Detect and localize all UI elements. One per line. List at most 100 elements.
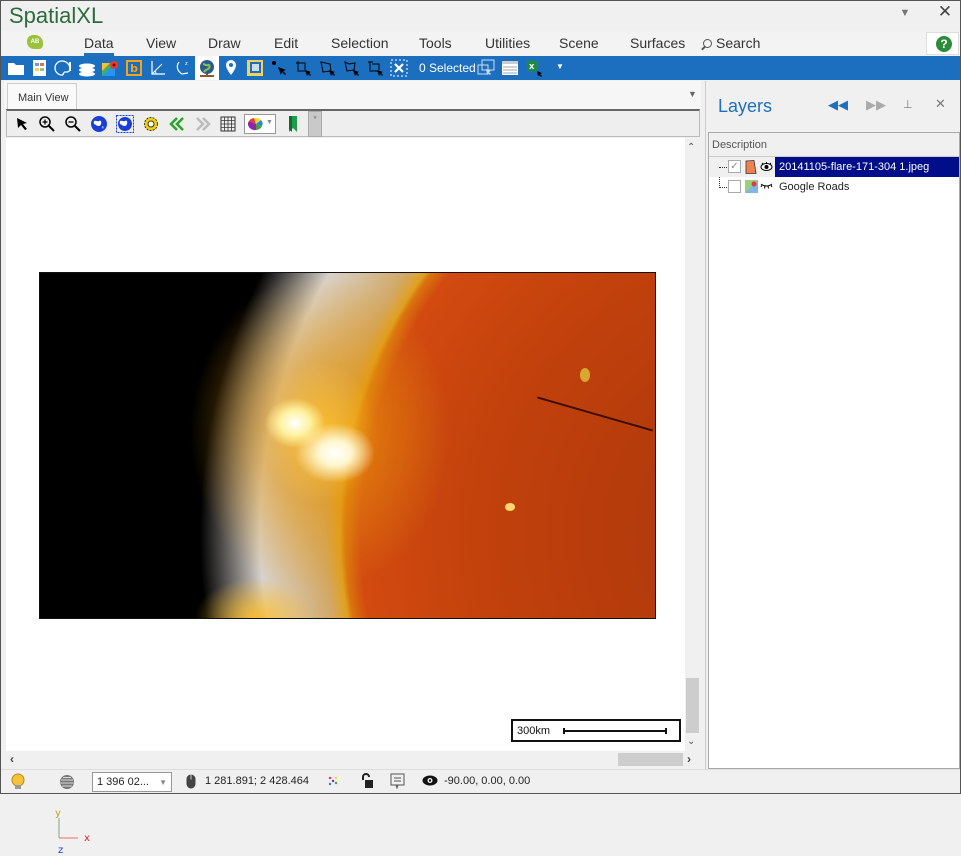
layer-checkbox[interactable]: [728, 180, 741, 193]
tab-selection[interactable]: Selection: [331, 35, 389, 56]
bookmark-icon[interactable]: [284, 115, 302, 133]
full-extent-icon[interactable]: [90, 115, 108, 133]
more-dropdown-icon[interactable]: ▼: [556, 62, 574, 80]
tab-edit[interactable]: Edit: [274, 35, 298, 56]
column-header-description[interactable]: Description: [709, 133, 959, 157]
filament: [537, 396, 653, 432]
scroll-down-icon[interactable]: ⌄: [687, 736, 695, 747]
lightbulb-icon[interactable]: [11, 773, 25, 791]
tab-utilities[interactable]: Utilities: [485, 35, 530, 56]
layers-stack-icon[interactable]: [78, 59, 96, 77]
pointer-icon[interactable]: [13, 115, 31, 133]
select-remove-icon[interactable]: [366, 59, 384, 77]
layer-checkbox[interactable]: ✓: [728, 160, 741, 173]
camera-eye-icon: [422, 775, 438, 786]
window-menu-caret-down-icon[interactable]: ▼: [893, 7, 917, 27]
raster-image-icon: [745, 160, 757, 174]
unlock-icon[interactable]: [360, 773, 374, 789]
excel-export-icon[interactable]: X: [525, 59, 543, 77]
tab-main-view[interactable]: Main View: [7, 83, 77, 109]
settings-gear-icon[interactable]: [142, 115, 160, 133]
status-bar: 1 396 02... ▼ 1 281.891; 2 428.464 -90.0…: [1, 769, 960, 793]
svg-text:b: b: [130, 62, 138, 75]
help-button[interactable]: ?: [926, 32, 959, 55]
flare-spot: [505, 503, 515, 511]
tab-draw[interactable]: Draw: [208, 35, 241, 56]
vertical-scrollbar[interactable]: ⌃ ⌄: [685, 138, 700, 751]
attribute-table-icon[interactable]: [501, 59, 519, 77]
axis-gizmo: y x z: [55, 808, 90, 856]
chevron-down-icon: ▼: [159, 778, 167, 787]
select-polygon-icon[interactable]: [318, 59, 336, 77]
svg-text:X: X: [529, 63, 535, 71]
zoom-to-selection-icon[interactable]: [477, 59, 495, 77]
map-pin-icon[interactable]: [222, 59, 240, 77]
axis-y-label: y: [55, 808, 61, 819]
notes-icon[interactable]: [390, 773, 405, 789]
tab-surfaces[interactable]: Surfaces: [630, 35, 685, 56]
toolbar-overflow-button[interactable]: *: [308, 111, 322, 137]
tab-data[interactable]: Data: [84, 35, 114, 56]
expand-right-icon[interactable]: ▶▶: [866, 97, 886, 113]
grid-icon[interactable]: [219, 115, 237, 133]
layers-panel: Layers ◀◀ ▶▶ ⊥ ✕ Description ✓ 20141105-…: [705, 81, 960, 769]
next-extent-icon[interactable]: [194, 115, 212, 133]
pin-icon[interactable]: ⊥: [903, 98, 913, 111]
palette-icon[interactable]: [54, 59, 72, 77]
flare-loop: [580, 368, 590, 382]
app-logo-icon[interactable]: AB: [27, 35, 43, 49]
select-add-icon[interactable]: [294, 59, 312, 77]
layer-row[interactable]: ✓ 20141105-flare-171-304 1.jpeg: [709, 157, 959, 177]
coordinate-system-icon[interactable]: z: [173, 59, 191, 77]
tab-tools[interactable]: Tools: [419, 35, 452, 56]
zoom-extent-icon[interactable]: [116, 115, 134, 133]
horizontal-scrollbar[interactable]: ‹ ›: [6, 751, 700, 767]
search-button[interactable]: Search: [703, 35, 760, 51]
eye-visible-icon[interactable]: [760, 161, 773, 172]
app-title: SpatialXL: [9, 3, 104, 28]
layer-name[interactable]: Google Roads: [775, 177, 853, 197]
google-maps-icon[interactable]: [101, 59, 119, 77]
measure-angle-icon[interactable]: [149, 59, 167, 77]
scale-bar: 300km: [511, 719, 681, 742]
clear-selection-icon[interactable]: [390, 59, 408, 77]
axis-z-label: z: [58, 845, 63, 856]
zoom-out-icon[interactable]: [64, 115, 82, 133]
scroll-up-icon[interactable]: ⌃: [687, 142, 695, 153]
search-label: Search: [716, 35, 761, 51]
google-map-tile-icon: [745, 180, 758, 193]
open-folder-icon[interactable]: [7, 59, 25, 77]
collapse-left-icon[interactable]: ◀◀: [828, 97, 848, 113]
layers-panel-title: Layers: [718, 96, 773, 116]
scroll-left-icon[interactable]: ‹: [10, 752, 14, 766]
select-lasso-icon[interactable]: [342, 59, 360, 77]
snap-points-icon[interactable]: [327, 775, 339, 787]
bing-icon[interactable]: b: [125, 59, 143, 77]
render-settings-icon[interactable]: [59, 774, 75, 790]
scale-bar-line: [563, 728, 667, 734]
vertical-scroll-thumb[interactable]: [686, 678, 699, 733]
map-canvas[interactable]: y x z: [6, 138, 686, 856]
legend-dropdown[interactable]: ▼: [244, 114, 276, 134]
layer-name[interactable]: 20141105-flare-171-304 1.jpeg: [775, 157, 959, 177]
chevron-down-icon: ▼: [266, 119, 273, 126]
layer-row[interactable]: Google Roads: [709, 177, 959, 197]
window-close-icon[interactable]: ✕: [933, 2, 957, 22]
tab-scene[interactable]: Scene: [559, 35, 599, 56]
frame-icon[interactable]: [246, 59, 264, 77]
select-point-icon[interactable]: [270, 59, 288, 77]
tab-view[interactable]: View: [146, 35, 176, 56]
globe-button[interactable]: [195, 56, 219, 80]
zoom-in-icon[interactable]: [38, 115, 56, 133]
previous-extent-icon[interactable]: [168, 115, 186, 133]
panel-close-icon[interactable]: ✕: [935, 96, 946, 112]
eye-hidden-icon[interactable]: [760, 182, 773, 190]
selected-count: 0 Selected: [419, 61, 476, 75]
help-icon: ?: [936, 36, 952, 52]
scale-combobox[interactable]: 1 396 02... ▼: [92, 772, 172, 792]
camera-rotation: -90.00, 0.00, 0.00: [444, 775, 531, 787]
data-sheet-icon[interactable]: [31, 59, 49, 77]
horizontal-scroll-thumb[interactable]: [618, 753, 683, 766]
scroll-right-icon[interactable]: ›: [687, 752, 691, 766]
tab-list-dropdown-icon[interactable]: ▼: [688, 89, 697, 99]
